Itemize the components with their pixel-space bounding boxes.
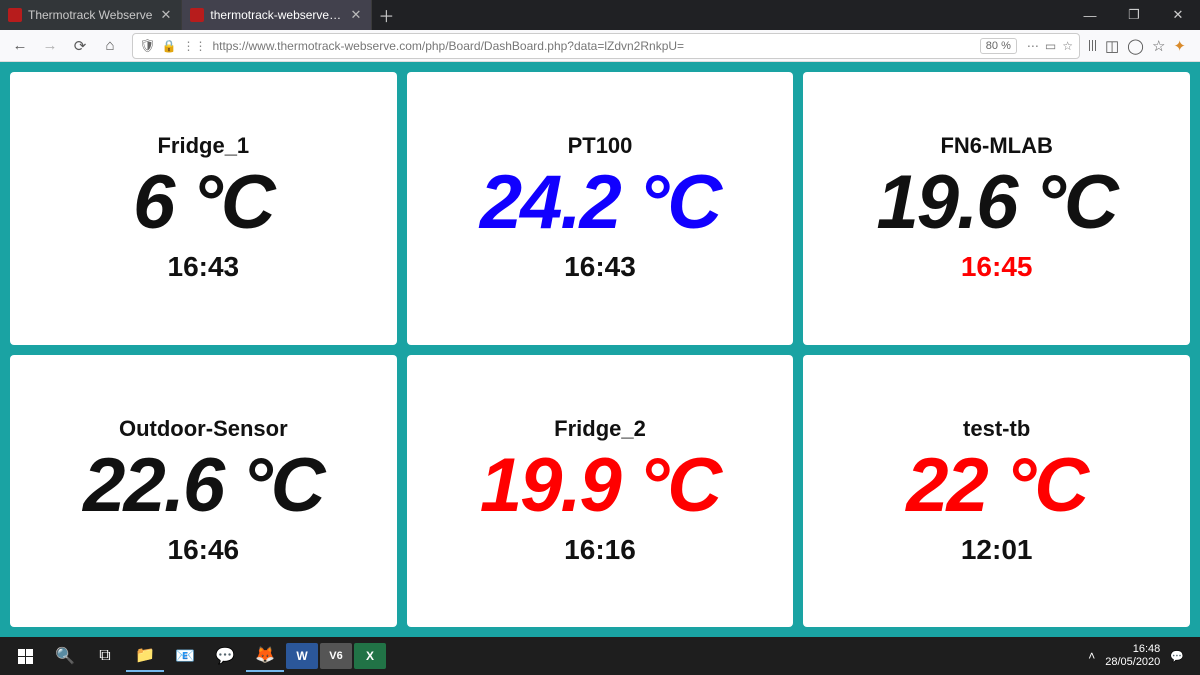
account-icon[interactable]: ◯ bbox=[1127, 37, 1144, 55]
sensor-name: Fridge_1 bbox=[157, 133, 249, 159]
close-tab-icon[interactable]: ✕ bbox=[348, 7, 363, 23]
close-tab-icon[interactable]: ✕ bbox=[158, 7, 173, 23]
address-bar[interactable]: 🛡 🔒 ⋮⋮ https://www.thermotrack-webserve.… bbox=[132, 33, 1080, 59]
url-text: https://www.thermotrack-webserve.com/php… bbox=[212, 39, 973, 53]
sensor-card-fridge-2[interactable]: Fridge_2 19.9 °C 16:16 bbox=[407, 355, 794, 628]
browser-tab-1[interactable]: thermotrack-webserve.com/ph ✕ bbox=[182, 0, 372, 30]
sensor-name: Fridge_2 bbox=[554, 416, 646, 442]
maximize-button[interactable]: ❐ bbox=[1112, 0, 1156, 30]
sensor-name: test-tb bbox=[963, 416, 1030, 442]
start-button[interactable] bbox=[6, 640, 44, 672]
sensor-value: 6 °C bbox=[133, 165, 274, 241]
minimize-button[interactable]: — bbox=[1068, 0, 1112, 30]
excel-icon[interactable]: X bbox=[354, 643, 386, 669]
word-icon[interactable]: W bbox=[286, 643, 318, 669]
zoom-indicator[interactable]: 80 % bbox=[980, 38, 1017, 54]
search-icon[interactable]: 🔍 bbox=[46, 640, 84, 672]
sensor-name: Outdoor-Sensor bbox=[119, 416, 288, 442]
new-tab-button[interactable]: ＋ bbox=[372, 0, 400, 30]
back-button[interactable]: ← bbox=[6, 32, 34, 60]
sensor-value: 19.6 °C bbox=[877, 165, 1117, 241]
forward-button[interactable]: → bbox=[36, 32, 64, 60]
sensor-card-fridge-1[interactable]: Fridge_1 6 °C 16:43 bbox=[10, 72, 397, 345]
sensor-value: 22 °C bbox=[906, 448, 1087, 524]
extension-icon-2[interactable]: ✦ bbox=[1173, 37, 1186, 55]
bookmark-star-icon[interactable]: ☆ bbox=[1062, 39, 1073, 53]
reader-mode-icon[interactable]: ▭ bbox=[1045, 39, 1056, 53]
close-window-button[interactable]: ✕ bbox=[1156, 0, 1200, 30]
permissions-icon[interactable]: ⋮⋮ bbox=[182, 39, 206, 53]
tab-label: Thermotrack Webserve bbox=[28, 8, 152, 22]
tray-overflow-icon[interactable]: ˄ bbox=[1088, 649, 1095, 663]
sensor-value: 19.9 °C bbox=[480, 448, 720, 524]
browser-tab-0[interactable]: Thermotrack Webserve ✕ bbox=[0, 0, 182, 30]
sensor-time: 16:45 bbox=[961, 251, 1033, 283]
favicon-icon bbox=[190, 8, 204, 22]
sensor-name: FN6-MLAB bbox=[940, 133, 1052, 159]
sensor-card-test-tb[interactable]: test-tb 22 °C 12:01 bbox=[803, 355, 1190, 628]
date[interactable]: 28/05/2020 bbox=[1105, 656, 1160, 669]
lock-icon[interactable]: 🔒 bbox=[162, 39, 177, 53]
sensor-card-pt100[interactable]: PT100 24.2 °C 16:43 bbox=[407, 72, 794, 345]
favicon-icon bbox=[8, 8, 22, 22]
library-icon[interactable]: ꔖ bbox=[1088, 37, 1097, 55]
file-explorer-icon[interactable]: 📁 bbox=[126, 640, 164, 672]
tab-label: thermotrack-webserve.com/ph bbox=[210, 8, 342, 22]
sensor-time: 12:01 bbox=[961, 534, 1033, 566]
dashboard-grid: Fridge_1 6 °C 16:43 PT100 24.2 °C 16:43 … bbox=[0, 62, 1200, 637]
system-tray: ˄ 16:48 28/05/2020 💬 bbox=[1088, 643, 1194, 668]
mail-icon[interactable]: 📧 bbox=[166, 640, 204, 672]
sensor-value: 24.2 °C bbox=[480, 165, 720, 241]
windows-taskbar: 🔍 ⧉ 📁 📧 💬 🦊 W V6 X ˄ 16:48 28/05/2020 💬 bbox=[0, 637, 1200, 675]
sidebar-icon[interactable]: ◫ bbox=[1105, 37, 1119, 55]
app-v6-icon[interactable]: V6 bbox=[320, 643, 352, 669]
sensor-time: 16:16 bbox=[564, 534, 636, 566]
sensor-value: 22.6 °C bbox=[83, 448, 323, 524]
extension-icon[interactable]: ☆ bbox=[1152, 37, 1165, 55]
home-button[interactable]: ⌂ bbox=[96, 32, 124, 60]
page-actions-icon[interactable]: ⋯ bbox=[1027, 39, 1039, 53]
clock[interactable]: 16:48 bbox=[1105, 643, 1160, 656]
browser-toolbar: ← → ⟳ ⌂ 🛡 🔒 ⋮⋮ https://www.thermotrack-w… bbox=[0, 30, 1200, 62]
sensor-card-fn6-mlab[interactable]: FN6-MLAB 19.6 °C 16:45 bbox=[803, 72, 1190, 345]
browser-tab-strip: Thermotrack Webserve ✕ thermotrack-webse… bbox=[0, 0, 1200, 30]
sensor-time: 16:46 bbox=[168, 534, 240, 566]
sensor-time: 16:43 bbox=[168, 251, 240, 283]
reload-button[interactable]: ⟳ bbox=[66, 32, 94, 60]
sensor-time: 16:43 bbox=[564, 251, 636, 283]
firefox-icon[interactable]: 🦊 bbox=[246, 640, 284, 672]
sensor-name: PT100 bbox=[568, 133, 633, 159]
tracking-shield-icon[interactable]: 🛡 bbox=[139, 38, 156, 54]
sensor-card-outdoor-sensor[interactable]: Outdoor-Sensor 22.6 °C 16:46 bbox=[10, 355, 397, 628]
task-view-icon[interactable]: ⧉ bbox=[86, 640, 124, 672]
notifications-icon[interactable]: 💬 bbox=[1170, 650, 1184, 663]
chat-icon[interactable]: 💬 bbox=[206, 640, 244, 672]
